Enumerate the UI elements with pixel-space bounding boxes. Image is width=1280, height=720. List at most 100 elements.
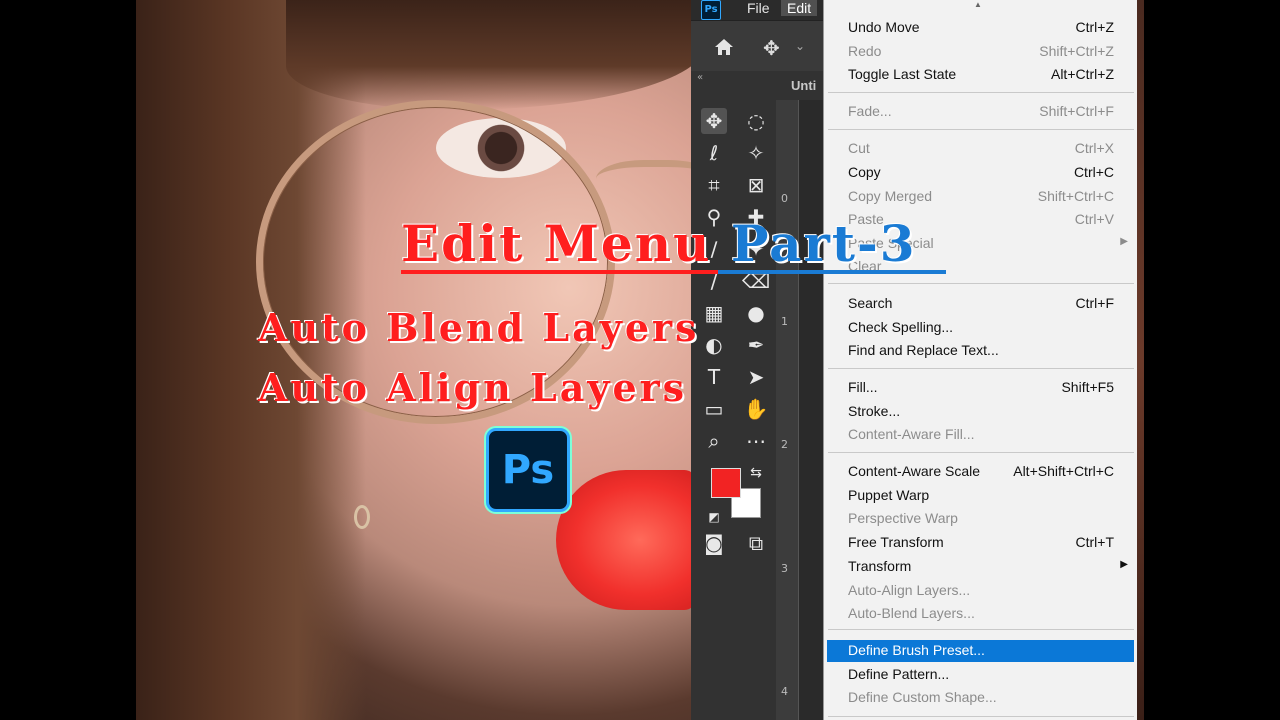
path-selection-icon[interactable]: ➤ [743,364,769,390]
subtitle-auto-align: Auto Align Layers [258,365,688,410]
menu-item-copy-merged[interactable]: Copy Merged Shift+Ctrl+C [824,186,1138,208]
menu-item-label: Transform [848,558,912,574]
menu-item-auto-blend-layers[interactable]: Auto-Blend Layers... [824,603,1138,625]
quick-mask-icon[interactable]: ◙ [701,530,727,556]
menu-item-copy[interactable]: Copy Ctrl+C [824,162,1138,184]
menu-separator [828,92,1134,93]
earring [354,505,370,529]
pen-tool-icon[interactable]: ✒ [743,332,769,358]
ruler-mark: 3 [781,562,788,575]
menu-item-puppet-warp[interactable]: Puppet Warp [824,485,1138,507]
menu-item-free-transform[interactable]: Free Transform Ctrl+T [824,532,1138,554]
menu-item-label: Copy [848,164,881,180]
menu-item-shortcut: Shift+Ctrl+F [1039,103,1114,119]
title-main: Edit Menu [401,214,712,273]
menu-item-shortcut: Ctrl+F [1075,295,1115,311]
menu-item-transform[interactable]: Transform ▶ [824,556,1138,578]
menu-item-redo[interactable]: Redo Shift+Ctrl+Z [824,41,1138,63]
menu-item-content-aware-fill[interactable]: Content-Aware Fill... [824,424,1138,446]
menu-item-cut[interactable]: Cut Ctrl+X [824,138,1138,160]
menu-item-label: Find and Replace Text... [848,342,999,358]
dodge-tool-icon[interactable]: ◐ [701,332,727,358]
default-colors-icon[interactable]: ◩ [701,504,727,530]
document-tab[interactable]: Unti [791,78,816,93]
hair-top-region [286,0,691,110]
menu-item-shortcut: Shift+Ctrl+Z [1039,43,1114,59]
menu-item-label: Define Custom Shape... [848,689,997,705]
ruler-mark: 1 [781,315,788,328]
menu-file[interactable]: File [747,0,770,16]
move-tool-icon[interactable]: ✥ [701,108,727,134]
background-strip [1137,0,1144,720]
move-tool-icon[interactable]: ✥ [763,36,787,60]
more-tools-icon[interactable]: ⋯ [743,428,769,454]
magic-wand-icon[interactable]: ✧ [743,140,769,166]
menu-item-define-custom-shape[interactable]: Define Custom Shape... [824,687,1138,709]
menu-item-toggle-last-state[interactable]: Toggle Last State Alt+Ctrl+Z [824,64,1138,86]
menu-item-label: Define Pattern... [848,666,950,682]
menu-separator [828,716,1134,717]
menu-item-define-brush-preset[interactable]: Define Brush Preset... [827,640,1134,662]
crop-tool-icon[interactable]: ⌗ [701,172,727,198]
menu-item-perspective-warp[interactable]: Perspective Warp [824,508,1138,530]
type-tool-icon[interactable]: T [701,364,727,390]
menu-item-auto-align-layers[interactable]: Auto-Align Layers... [824,580,1138,602]
menu-item-search[interactable]: Search Ctrl+F [824,293,1138,315]
menu-item-undo-move[interactable]: Undo Move Ctrl+Z [824,17,1138,39]
menu-item-label: Cut [848,140,870,156]
gradient-tool-icon[interactable]: ▦ [701,300,727,326]
menu-item-shortcut: Alt+Ctrl+Z [1050,66,1114,82]
marquee-tool-icon[interactable]: ◌ [743,108,769,134]
menu-separator [828,368,1134,369]
menu-item-shortcut: Shift+F5 [1061,379,1114,395]
shape-tool-icon[interactable]: ▭ [701,396,727,422]
menu-item-label: Toggle Last State [848,66,957,82]
menu-item-label: Copy Merged [848,188,933,204]
frame-tool-icon[interactable]: ⊠ [743,172,769,198]
menu-item-shortcut: Ctrl+X [1074,140,1114,156]
video-title: Edit Menu Part-3 [401,214,917,273]
menu-item-shortcut: Ctrl+T [1075,534,1115,550]
menu-item-label: Check Spelling... [848,319,954,335]
ruler-mark: 0 [781,192,788,205]
collapse-panel-icon[interactable]: « [697,72,703,83]
title-part: Part-3 [730,214,917,273]
menu-item-label: Undo Move [848,19,920,35]
menu-item-fill[interactable]: Fill... Shift+F5 [824,377,1138,399]
photoshop-app-icon[interactable]: Ps [701,0,721,20]
menu-item-find-and-replace-text[interactable]: Find and Replace Text... [824,340,1138,362]
blur-tool-icon[interactable]: ● [743,300,769,326]
menu-item-label: Free Transform [848,534,944,550]
menu-item-label: Auto-Align Layers... [848,582,971,598]
chevron-down-icon[interactable]: ⌄ [795,39,805,53]
ruler-mark: 2 [781,438,788,451]
screen-mode-icon[interactable]: ⧉ [743,530,769,556]
menu-item-shortcut: Ctrl+V [1074,211,1114,227]
menu-item-label: Fade... [848,103,892,119]
photoshop-logo: Ps [486,428,570,512]
menu-edit[interactable]: Edit [781,0,818,16]
home-icon[interactable] [713,37,735,57]
menu-item-check-spelling[interactable]: Check Spelling... [824,317,1138,339]
submenu-arrow-icon: ▶ [1120,559,1128,570]
lips [556,470,691,610]
glasses-bridge [596,160,691,207]
zoom-tool-icon[interactable]: ⌕ [701,428,727,454]
foreground-color-swatch[interactable] [711,468,741,498]
menu-item-define-pattern[interactable]: Define Pattern... [824,664,1138,686]
menu-item-stroke[interactable]: Stroke... [824,401,1138,423]
menu-item-label: Content-Aware Fill... [848,426,975,442]
menu-separator [828,629,1134,630]
title-underline-red [401,270,718,274]
menu-item-fade[interactable]: Fade... Shift+Ctrl+F [824,101,1138,123]
thumbnail-photo [136,0,691,720]
swap-colors-icon[interactable]: ⇆ [743,460,769,486]
menu-item-label: Fill... [848,379,878,395]
submenu-arrow-icon: ▶ [1120,236,1128,247]
menu-item-content-aware-scale[interactable]: Content-Aware Scale Alt+Shift+Ctrl+C [824,461,1138,483]
lasso-tool-icon[interactable]: ℓ [701,140,727,166]
menu-separator [828,452,1134,453]
menu-item-label: Search [848,295,893,311]
scroll-up-icon[interactable]: ▲ [974,0,982,9]
hand-tool-icon[interactable]: ✋ [743,396,769,422]
